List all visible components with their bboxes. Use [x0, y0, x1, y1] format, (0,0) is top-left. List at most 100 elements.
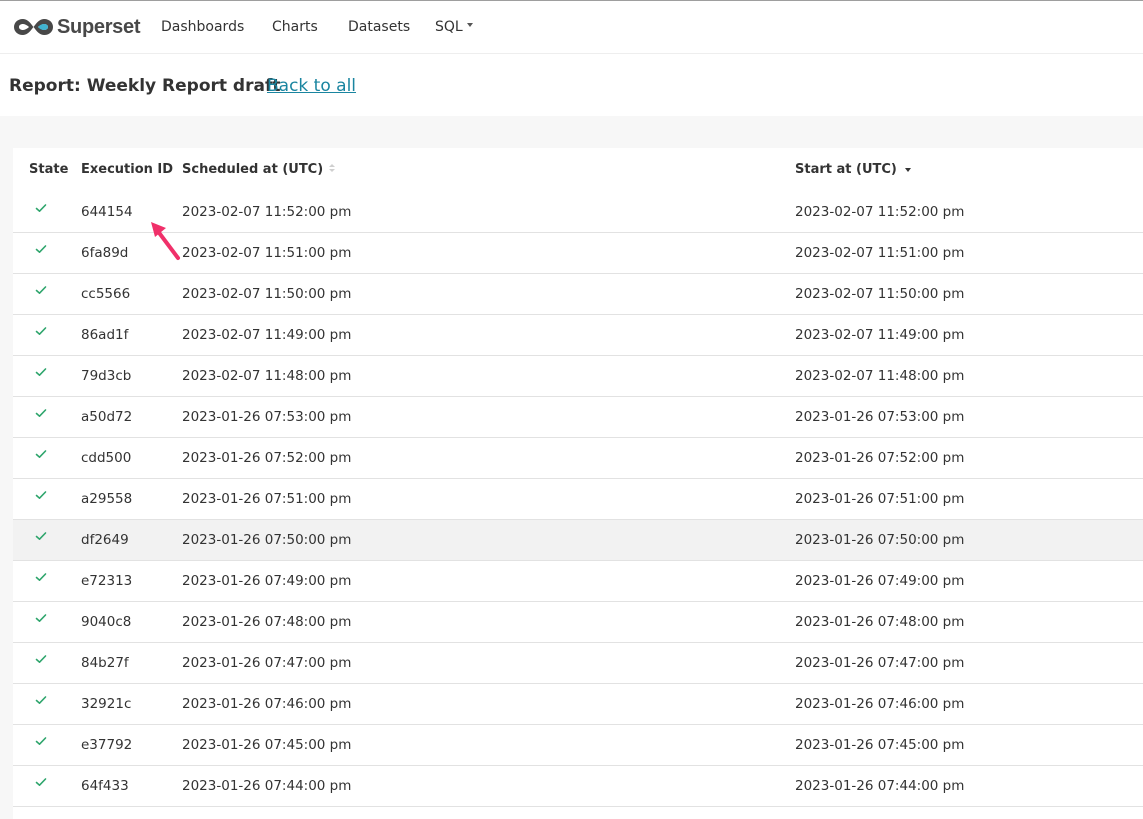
state-cell: [35, 612, 47, 624]
table-row[interactable]: 86ad1f 2023-02-07 11:49:00 pm 2023-02-07 1…: [13, 315, 1143, 356]
state-cell: [35, 489, 47, 501]
annotation-arrow-icon: [151, 222, 180, 260]
table-row[interactable]: 79d3cb 2023-02-07 11:48:00 pm 2023-02-07 1…: [13, 356, 1143, 397]
check-icon: [35, 778, 47, 786]
state-cell: [35, 284, 47, 296]
start-at-cell: 2023-01-26 07:45:00 pm: [795, 737, 965, 753]
start-at-cell: 2023-01-26 07:49:00 pm: [795, 573, 965, 589]
column-header-start-at[interactable]: Start at (UTC): [795, 162, 911, 177]
check-icon: [35, 737, 47, 745]
table-row[interactable]: 64f433 2023-01-26 07:44:00 pm 2023-01-26 0…: [13, 766, 1143, 807]
state-cell: [35, 694, 47, 706]
check-icon: [35, 450, 47, 458]
check-icon: [35, 573, 47, 581]
table-row[interactable]: 84b27f 2023-01-26 07:47:00 pm 2023-01-26 0…: [13, 643, 1143, 684]
brand-name: Superset: [57, 15, 141, 38]
start-at-cell: 2023-02-07 11:48:00 pm: [795, 368, 965, 384]
start-at-cell: 2023-02-07 11:52:00 pm: [795, 204, 965, 220]
top-navbar: Superset Dashboards Charts Datasets SQL: [0, 0, 1143, 54]
start-at-cell: 2023-01-26 07:52:00 pm: [795, 450, 965, 466]
check-icon: [35, 655, 47, 663]
column-header-execution-id: Execution ID: [81, 162, 174, 177]
sort-icon: [329, 164, 336, 173]
state-cell: [35, 202, 47, 214]
start-at-cell: 2023-01-26 07:53:00 pm: [795, 409, 965, 425]
check-icon: [35, 409, 47, 417]
check-icon: [35, 368, 47, 376]
table-row[interactable]: 9040c8 2023-01-26 07:48:00 pm 2023-01-26 0…: [13, 602, 1143, 643]
column-header-start-at-label: Start at (UTC): [795, 162, 897, 177]
check-icon: [35, 696, 47, 704]
state-cell: [35, 325, 47, 337]
check-icon: [35, 245, 47, 253]
execution-id-cell: e72313: [81, 573, 133, 589]
start-at-cell: 2023-01-26 07:46:00 pm: [795, 696, 965, 712]
scheduled-at-cell: 2023-01-26 07:53:00 pm: [182, 409, 352, 425]
start-at-cell: 2023-01-26 07:51:00 pm: [795, 491, 965, 507]
check-icon: [35, 204, 47, 212]
scheduled-at-cell: 2023-01-26 07:47:00 pm: [182, 655, 352, 671]
execution-id-cell: cdd500: [81, 450, 132, 466]
state-cell: [35, 366, 47, 378]
scheduled-at-cell: 2023-01-26 07:45:00 pm: [182, 737, 352, 753]
scheduled-at-cell: 2023-01-26 07:50:00 pm: [182, 532, 352, 548]
table-row[interactable]: a29558 2023-01-26 07:51:00 pm 2023-01-26 0…: [13, 479, 1143, 520]
check-icon: [35, 327, 47, 335]
check-icon: [35, 532, 47, 540]
state-cell: [35, 243, 47, 255]
state-cell: [35, 530, 47, 542]
check-icon: [35, 614, 47, 622]
back-to-all-link[interactable]: Back to all: [267, 76, 356, 96]
table-row[interactable]: e72313 2023-01-26 07:49:00 pm 2023-01-26 0…: [13, 561, 1143, 602]
table-header: State Execution ID Scheduled at (UTC) St…: [13, 148, 1143, 192]
table-row[interactable]: cc5566 2023-02-07 11:50:00 pm 2023-02-07 1…: [13, 274, 1143, 315]
table-row[interactable]: 32921c 2023-01-26 07:46:00 pm 2023-01-26 0…: [13, 684, 1143, 725]
execution-id-cell: 79d3cb: [81, 368, 132, 384]
nav-sql-label: SQL: [435, 19, 463, 35]
execution-id-cell: cc5566: [81, 286, 131, 302]
table-row[interactable]: e37792 2023-01-26 07:45:00 pm 2023-01-26 0…: [13, 725, 1143, 766]
column-header-scheduled-at[interactable]: Scheduled at (UTC): [182, 162, 336, 177]
execution-id-cell: 86ad1f: [81, 327, 129, 343]
column-header-scheduled-at-label: Scheduled at (UTC): [182, 162, 324, 177]
scheduled-at-cell: 2023-01-26 07:48:00 pm: [182, 614, 352, 630]
page-title: Report: Weekly Report draft: [9, 76, 281, 96]
table-row[interactable]: a50d72 2023-01-26 07:53:00 pm 2023-01-26 0…: [13, 397, 1143, 438]
start-at-cell: 2023-02-07 11:49:00 pm: [795, 327, 965, 343]
caret-down-icon: [466, 23, 473, 27]
execution-id-cell: df2649: [81, 532, 129, 548]
execution-id-cell: 644154: [81, 204, 133, 220]
check-icon: [35, 491, 47, 499]
table-row[interactable]: df2649 2023-01-26 07:50:00 pm 2023-01-26 0…: [13, 520, 1143, 561]
nav-datasets[interactable]: Datasets: [348, 19, 410, 35]
state-cell: [35, 653, 47, 665]
scheduled-at-cell: 2023-01-26 07:49:00 pm: [182, 573, 352, 589]
nav-charts[interactable]: Charts: [272, 19, 318, 35]
execution-id-cell: 9040c8: [81, 614, 132, 630]
state-cell: [35, 776, 47, 788]
sort-descending-icon: [904, 167, 911, 172]
start-at-cell: 2023-02-07 11:50:00 pm: [795, 286, 965, 302]
scheduled-at-cell: 2023-02-07 11:49:00 pm: [182, 327, 352, 343]
column-header-state: State: [29, 162, 69, 177]
state-cell: [35, 407, 47, 419]
nav-sql-menu[interactable]: SQL: [435, 19, 473, 35]
start-at-cell: 2023-01-26 07:48:00 pm: [795, 614, 965, 630]
superset-logo[interactable]: Superset: [12, 13, 140, 41]
page-header: Report: Weekly Report draft Back to all: [0, 54, 1143, 116]
table-body: 644154 2023-02-07 11:52:00 pm 2023-02-07 1…: [13, 192, 1143, 807]
scheduled-at-cell: 2023-01-26 07:44:00 pm: [182, 778, 352, 794]
execution-id-cell: e37792: [81, 737, 133, 753]
nav-dashboards[interactable]: Dashboards: [161, 19, 244, 35]
state-cell: [35, 735, 47, 747]
scheduled-at-cell: 2023-02-07 11:52:00 pm: [182, 204, 352, 220]
execution-id-cell: a50d72: [81, 409, 133, 425]
superset-logo-icon: [14, 19, 53, 35]
execution-id-cell: 64f433: [81, 778, 129, 794]
scheduled-at-cell: 2023-01-26 07:52:00 pm: [182, 450, 352, 466]
table-row[interactable]: cdd500 2023-01-26 07:52:00 pm 2023-01-26 0…: [13, 438, 1143, 479]
execution-id-cell: 6fa89d: [81, 245, 129, 261]
start-at-cell: 2023-02-07 11:51:00 pm: [795, 245, 965, 261]
start-at-cell: 2023-01-26 07:44:00 pm: [795, 778, 965, 794]
start-at-cell: 2023-01-26 07:50:00 pm: [795, 532, 965, 548]
